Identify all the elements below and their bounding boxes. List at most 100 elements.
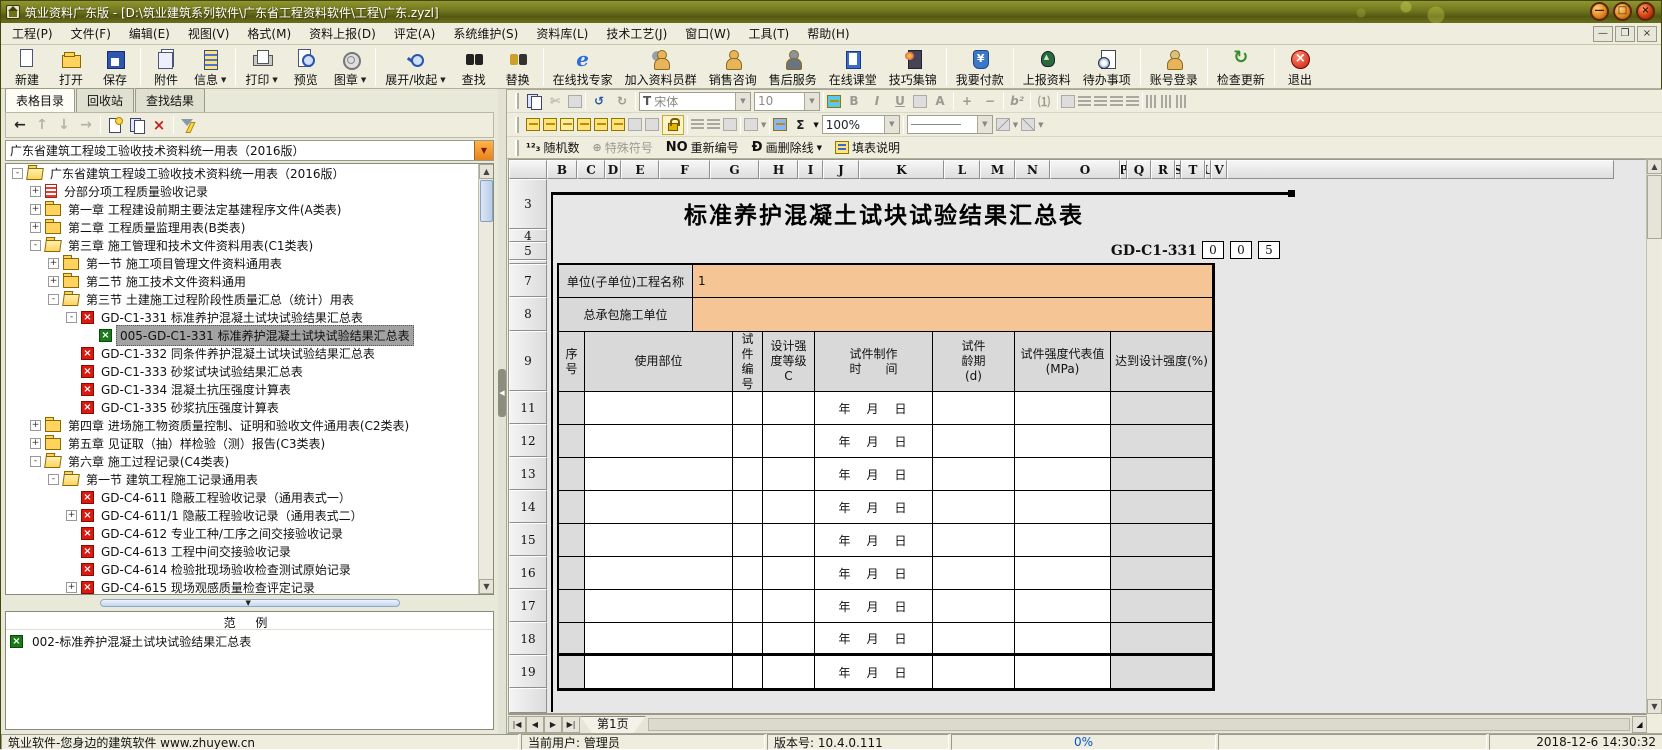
tree-expand-icon[interactable]: +	[30, 186, 41, 197]
column-header-O[interactable]: O	[1050, 160, 1120, 179]
column-header-F[interactable]: F	[659, 160, 710, 179]
tree-item[interactable]: -第三节 土建施工过程阶段性质量汇总（统计）用表	[6, 290, 478, 308]
data-cell[interactable]: 年 月 日	[815, 623, 933, 656]
data-cell[interactable]	[559, 623, 585, 656]
catalog-combobox[interactable]: 广东省建筑工程竣工验收技术资料统一用表（2016版） ▼	[5, 140, 494, 161]
vertical-text-left-icon[interactable]	[1161, 95, 1173, 108]
data-cell[interactable]: 年 月 日	[815, 590, 933, 623]
tree-expand-icon[interactable]: +	[48, 258, 59, 269]
data-cell[interactable]	[733, 491, 763, 524]
data-cell[interactable]	[559, 557, 585, 590]
prev-sheet-icon[interactable]: ◀	[526, 716, 544, 733]
column-header-N[interactable]: N	[1015, 160, 1050, 179]
dropdown-icon[interactable]: ▼	[884, 116, 899, 133]
menu-item-1[interactable]: 工程(P)	[3, 22, 62, 45]
column-header-L[interactable]: L	[944, 160, 980, 179]
menu-item-10[interactable]: 技术工艺(J)	[597, 22, 676, 45]
menu-item-4[interactable]: 视图(V)	[179, 22, 239, 45]
menu-item-3[interactable]: 编辑(E)	[120, 22, 179, 45]
font-size-combobox[interactable]: 10 ▼	[754, 92, 820, 111]
toolbar-grip[interactable]	[515, 140, 519, 156]
tree-expand-icon[interactable]: -	[30, 456, 41, 467]
mdi-restore-button[interactable]: ❐	[1615, 26, 1635, 42]
column-header-M[interactable]: M	[980, 160, 1015, 179]
toolbar-button-class[interactable]: 在线课堂	[823, 47, 883, 89]
data-cell[interactable]	[1111, 590, 1213, 623]
tree-item[interactable]: +第一章 工程建设前期主要法定基建程序文件(A类表)	[6, 200, 478, 218]
menu-item-9[interactable]: 资料库(L)	[527, 22, 597, 45]
tree-vertical-scrollbar[interactable]: ▲ ▼	[478, 164, 493, 594]
column-header-D[interactable]: D	[605, 160, 621, 179]
insert-row-below-icon[interactable]	[543, 118, 557, 131]
dropdown-icon[interactable]: ▼	[804, 93, 819, 110]
data-cell[interactable]	[1015, 590, 1111, 623]
tree-item[interactable]: +第一节 施工项目管理文件资料通用表	[6, 254, 478, 272]
insert-col-icon[interactable]	[560, 118, 574, 131]
column-header-E[interactable]: E	[621, 160, 659, 179]
splitter-handle[interactable]: ▼	[100, 599, 400, 607]
toolbar-button-account[interactable]: 账号登录	[1144, 47, 1204, 89]
font-color-button[interactable]: A	[930, 92, 950, 110]
next-sheet-icon[interactable]: ▶	[544, 716, 562, 733]
tree-item[interactable]: ×GD-C1-332 同条件养护混凝土试块试验结果汇总表	[6, 344, 478, 362]
code-box-3[interactable]: 5	[1258, 241, 1280, 259]
data-cell[interactable]	[1111, 524, 1213, 557]
data-cell[interactable]	[763, 425, 815, 458]
toolbar-button-todo[interactable]: 待办事项	[1077, 47, 1137, 89]
tree-item[interactable]: ×GD-C1-335 砂浆抗压强度计算表	[6, 398, 478, 416]
data-cell[interactable]	[1111, 623, 1213, 656]
column-header-J[interactable]: J	[823, 160, 859, 179]
lock-cell-button[interactable]	[662, 115, 684, 135]
example-item[interactable]: ×002-标准养护混凝土试块试验结果汇总表	[6, 630, 493, 653]
tree-expand-icon[interactable]: +	[48, 276, 59, 287]
data-cell[interactable]	[559, 491, 585, 524]
group-icon[interactable]	[773, 118, 787, 131]
data-cell[interactable]	[1111, 425, 1213, 458]
tree-item[interactable]: +×GD-C4-615 现场观感质量检查评定记录	[6, 578, 478, 594]
minimize-button[interactable]: —	[1590, 2, 1609, 21]
panel-collapse-button[interactable]: ◀	[498, 369, 506, 417]
sheet-canvas[interactable]: 标准养护混凝土试块试验结果汇总表 GD-C1-331 单位(子单位)工程名称1总…	[547, 179, 1632, 713]
data-cell[interactable]	[585, 392, 733, 425]
sheet-scroll-thumb[interactable]	[1647, 175, 1662, 239]
data-cell[interactable]	[1111, 491, 1213, 524]
toolbar-button-open[interactable]: 打开	[49, 47, 93, 89]
toolbar-button-service[interactable]: 售后服务	[763, 47, 823, 89]
row-header-8[interactable]: 8	[509, 297, 547, 331]
toolbar-button-attach[interactable]: 附件	[144, 47, 188, 89]
data-cell[interactable]: 年 月 日	[815, 458, 933, 491]
row-header-7[interactable]: 7	[509, 264, 547, 297]
tree-expand-icon[interactable]: +	[30, 420, 41, 431]
sidebar-tab-3[interactable]: 查找结果	[135, 88, 205, 112]
row-height-increase-icon[interactable]	[691, 119, 704, 130]
tree-item[interactable]: ×005-GD-C1-331 标准养护混凝土试块试验结果汇总表	[6, 326, 478, 344]
delete-row-icon[interactable]	[577, 118, 591, 131]
menu-item-7[interactable]: 评定(A)	[385, 22, 445, 45]
data-cell[interactable]	[933, 656, 1015, 689]
unmerge-cells-icon[interactable]	[645, 118, 659, 131]
font-name-combobox[interactable]: T 宋体 ▼	[639, 92, 751, 111]
field-value-input[interactable]: 1	[693, 265, 1213, 298]
data-cell[interactable]	[559, 656, 585, 689]
tree-item[interactable]: ×GD-C1-333 砂浆试块试验结果汇总表	[6, 362, 478, 380]
data-cell[interactable]: 年 月 日	[815, 557, 933, 590]
menu-item-12[interactable]: 工具(T)	[740, 22, 799, 45]
tree-expand-icon[interactable]: +	[30, 438, 41, 449]
column-header-C[interactable]: C	[577, 160, 605, 179]
fill-instructions-button[interactable]: 填表说明	[835, 139, 900, 156]
data-cell[interactable]	[763, 392, 815, 425]
data-cell[interactable]	[585, 656, 733, 689]
menu-item-8[interactable]: 系统维护(S)	[444, 22, 527, 45]
sum-button[interactable]: Σ	[790, 116, 810, 134]
maximize-button[interactable]: □	[1613, 2, 1632, 21]
data-cell[interactable]	[933, 557, 1015, 590]
tree-item[interactable]: -第一节 建筑工程施工记录通用表	[6, 470, 478, 488]
data-cell[interactable]	[1015, 557, 1111, 590]
data-cell[interactable]	[933, 458, 1015, 491]
toolbar-button-find[interactable]: 查找	[452, 47, 496, 89]
data-cell[interactable]	[585, 458, 733, 491]
menu-item-11[interactable]: 窗口(W)	[676, 22, 739, 45]
data-cell[interactable]	[1015, 458, 1111, 491]
tree-item[interactable]: +第二章 工程质量监理用表(B类表)	[6, 218, 478, 236]
tree-item[interactable]: +第五章 见证取（抽）样检验（测）报告(C3类表)	[6, 434, 478, 452]
